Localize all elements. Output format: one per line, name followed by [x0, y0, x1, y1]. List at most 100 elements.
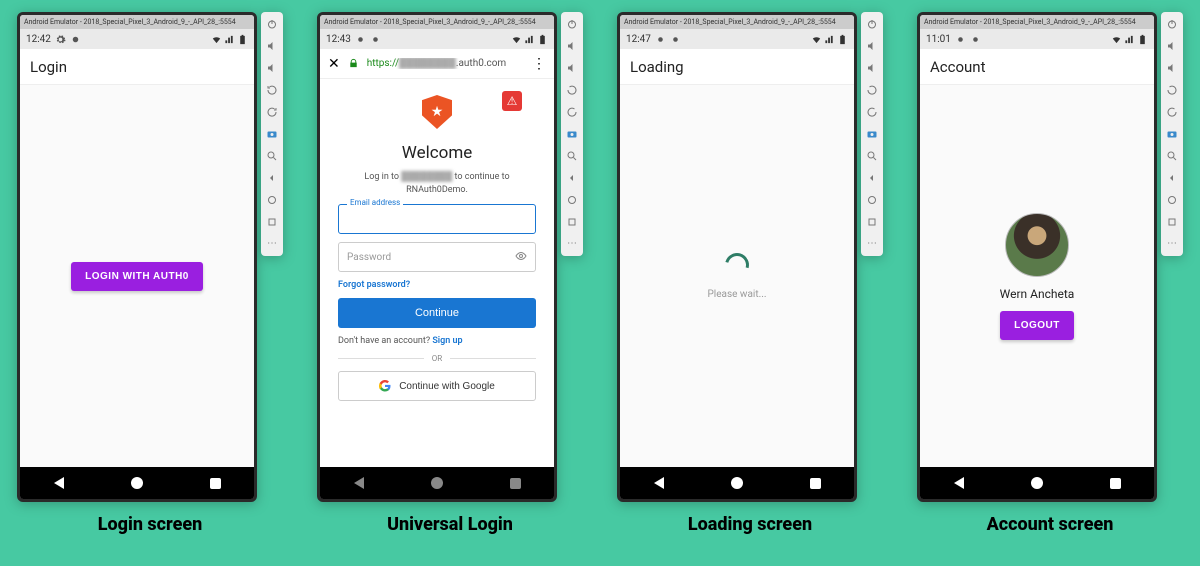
gear-icon	[55, 34, 66, 45]
back-icon[interactable]	[566, 172, 578, 184]
nav-bar	[920, 467, 1154, 499]
camera-icon[interactable]	[566, 128, 578, 140]
wifi-icon	[1111, 34, 1122, 45]
page-title: Account	[930, 58, 986, 76]
volume-up-icon[interactable]	[866, 40, 878, 52]
nav-overview-icon[interactable]	[810, 478, 821, 489]
back-icon[interactable]	[266, 172, 278, 184]
debug-icon	[970, 34, 981, 45]
nav-overview-icon[interactable]	[1110, 478, 1121, 489]
app-bar: Account	[920, 49, 1154, 85]
rotate-left-icon[interactable]	[1166, 84, 1178, 96]
logout-button[interactable]: LOGOUT	[1000, 311, 1074, 340]
rotate-left-icon[interactable]	[566, 84, 578, 96]
clock: 12:47	[626, 34, 651, 45]
home-icon[interactable]	[866, 216, 878, 228]
url-text: https://████████.auth0.com	[367, 58, 506, 69]
wifi-icon	[811, 34, 822, 45]
back-icon[interactable]	[1166, 172, 1178, 184]
more-icon[interactable]: ⋯	[866, 238, 878, 250]
nav-back-icon[interactable]	[654, 477, 664, 489]
nav-home-icon[interactable]	[431, 477, 443, 489]
home-icon[interactable]	[266, 216, 278, 228]
rotate-right-icon[interactable]	[266, 106, 278, 118]
nav-bar	[620, 467, 854, 499]
nav-overview-icon[interactable]	[510, 478, 521, 489]
emulator-toolbar: ⋯	[561, 12, 583, 256]
camera-icon[interactable]	[1166, 128, 1178, 140]
forgot-password-link[interactable]: Forgot password?	[338, 280, 410, 290]
power-icon[interactable]	[1166, 18, 1178, 30]
email-field[interactable]: Email address	[338, 204, 536, 234]
signal-icon	[824, 34, 835, 45]
warning-badge-icon[interactable]: ⚠	[502, 91, 522, 111]
avatar	[1005, 213, 1069, 277]
continue-button[interactable]: Continue	[338, 298, 536, 328]
camera-icon[interactable]	[866, 128, 878, 140]
nav-overview-icon[interactable]	[210, 478, 221, 489]
nav-back-icon[interactable]	[54, 477, 64, 489]
menu-icon[interactable]: ⋮	[532, 56, 546, 72]
volume-down-icon[interactable]	[1166, 62, 1178, 74]
back-icon[interactable]	[866, 172, 878, 184]
battery-icon	[537, 34, 548, 45]
nav-back-icon[interactable]	[354, 477, 364, 489]
zoom-icon[interactable]	[266, 150, 278, 162]
nav-home-icon[interactable]	[131, 477, 143, 489]
emulator-toolbar: ⋯	[1161, 12, 1183, 256]
signal-icon	[224, 34, 235, 45]
emulator-account: Android Emulator - 2018_Special_Pixel_3_…	[917, 12, 1157, 502]
rotate-left-icon[interactable]	[866, 84, 878, 96]
home-icon[interactable]	[1166, 216, 1178, 228]
volume-up-icon[interactable]	[566, 40, 578, 52]
zoom-icon[interactable]	[1166, 150, 1178, 162]
nav-bar	[320, 467, 554, 499]
volume-up-icon[interactable]	[266, 40, 278, 52]
more-icon[interactable]: ⋯	[266, 238, 278, 250]
zoom-icon[interactable]	[866, 150, 878, 162]
rotate-right-icon[interactable]	[866, 106, 878, 118]
loading-spinner-icon	[721, 248, 754, 281]
overview-icon[interactable]	[266, 194, 278, 206]
emulator-loading: Android Emulator - 2018_Special_Pixel_3_…	[617, 12, 857, 502]
show-password-icon[interactable]	[515, 250, 527, 265]
app-bar: Login	[20, 49, 254, 85]
window-title: Android Emulator - 2018_Special_Pixel_3_…	[920, 15, 1154, 29]
wifi-icon	[511, 34, 522, 45]
nav-home-icon[interactable]	[1031, 477, 1043, 489]
debug-icon	[70, 34, 81, 45]
close-icon[interactable]: ✕	[328, 56, 340, 72]
welcome-heading: Welcome	[402, 143, 473, 163]
overview-icon[interactable]	[866, 194, 878, 206]
sign-up-link[interactable]: Sign up	[432, 336, 462, 346]
battery-icon	[1137, 34, 1148, 45]
zoom-icon[interactable]	[566, 150, 578, 162]
camera-icon[interactable]	[266, 128, 278, 140]
rotate-right-icon[interactable]	[566, 106, 578, 118]
volume-down-icon[interactable]	[266, 62, 278, 74]
home-icon[interactable]	[566, 216, 578, 228]
nav-home-icon[interactable]	[731, 477, 743, 489]
signup-row: Don't have an account? Sign up	[338, 336, 463, 346]
caption: Login screen	[98, 514, 202, 535]
nav-back-icon[interactable]	[954, 477, 964, 489]
or-divider: OR	[338, 354, 536, 363]
more-icon[interactable]: ⋯	[566, 238, 578, 250]
overview-icon[interactable]	[1166, 194, 1178, 206]
power-icon[interactable]	[266, 18, 278, 30]
more-icon[interactable]: ⋯	[1166, 238, 1178, 250]
emulator-toolbar: ⋯	[861, 12, 883, 256]
rotate-right-icon[interactable]	[1166, 106, 1178, 118]
continue-with-google-button[interactable]: Continue with Google	[338, 371, 536, 401]
volume-down-icon[interactable]	[866, 62, 878, 74]
overview-icon[interactable]	[566, 194, 578, 206]
caption: Loading screen	[688, 514, 812, 535]
power-icon[interactable]	[566, 18, 578, 30]
password-field[interactable]: Password	[338, 242, 536, 272]
rotate-left-icon[interactable]	[266, 84, 278, 96]
volume-down-icon[interactable]	[566, 62, 578, 74]
login-with-auth0-button[interactable]: LOGIN WITH AUTH0	[71, 262, 203, 291]
gear-icon	[355, 34, 366, 45]
volume-up-icon[interactable]	[1166, 40, 1178, 52]
power-icon[interactable]	[866, 18, 878, 30]
